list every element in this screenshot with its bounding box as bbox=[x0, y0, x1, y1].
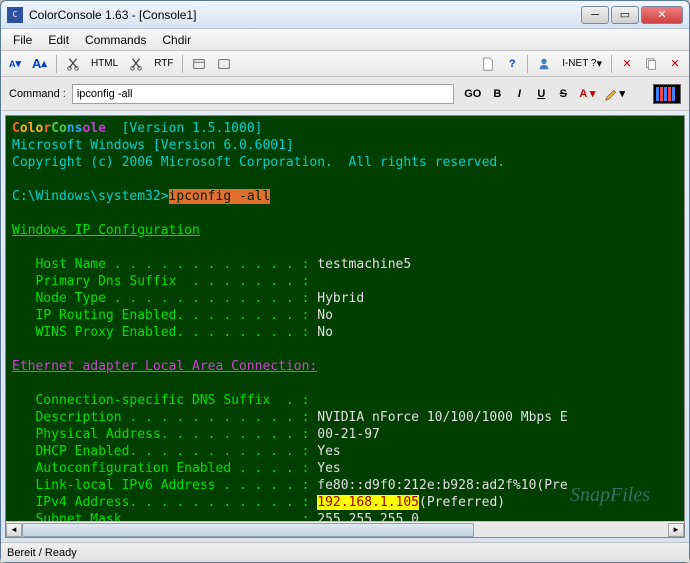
console-output[interactable]: ColorConsole [Version 1.5.1000] Microsof… bbox=[6, 116, 684, 521]
strike-button[interactable]: S bbox=[553, 84, 573, 104]
separator bbox=[611, 55, 612, 73]
horizontal-scrollbar[interactable]: ◄ ► bbox=[6, 521, 684, 537]
status-text: Bereit / Ready bbox=[7, 547, 77, 559]
export-rtf-button[interactable]: RTF bbox=[150, 54, 177, 74]
help-button[interactable]: ? bbox=[502, 54, 522, 74]
new-document-button[interactable] bbox=[477, 54, 499, 74]
italic-button[interactable]: I bbox=[509, 84, 529, 104]
font-decrease-button[interactable]: A▾ bbox=[5, 54, 25, 74]
menu-chdir[interactable]: Chdir bbox=[154, 31, 199, 49]
console-container: ColorConsole [Version 1.5.1000] Microsof… bbox=[5, 115, 685, 538]
command-label: Command : bbox=[9, 88, 66, 100]
menu-edit[interactable]: Edit bbox=[40, 31, 77, 49]
app-window: C ColorConsole 1.63 - [Console1] ─ ▭ ✕ F… bbox=[0, 0, 690, 563]
font-increase-button[interactable]: A▴ bbox=[28, 54, 51, 74]
terminal-icon[interactable] bbox=[653, 84, 681, 104]
command-bar: Command : GO B I U S A ▾ ▾ bbox=[1, 77, 689, 111]
close-button[interactable]: ✕ bbox=[641, 6, 683, 24]
scroll-right-button[interactable]: ► bbox=[668, 523, 684, 537]
command-input[interactable] bbox=[72, 84, 454, 104]
maximize-button[interactable]: ▭ bbox=[611, 6, 639, 24]
window-controls: ─ ▭ ✕ bbox=[581, 6, 683, 24]
menu-commands[interactable]: Commands bbox=[77, 31, 154, 49]
toolbar: A▾ A▴ HTML RTF ? I-NET ? ▾ ✕ ✕ bbox=[1, 51, 689, 77]
separator bbox=[527, 55, 528, 73]
scroll-left-button[interactable]: ◄ bbox=[6, 523, 22, 537]
menubar: File Edit Commands Chdir bbox=[1, 29, 689, 51]
close-tab-button[interactable]: ✕ bbox=[665, 54, 685, 74]
titlebar[interactable]: C ColorConsole 1.63 - [Console1] ─ ▭ ✕ bbox=[1, 1, 689, 29]
app-icon: C bbox=[7, 7, 23, 23]
cut-button[interactable] bbox=[62, 54, 84, 74]
tool-button-2[interactable] bbox=[213, 54, 235, 74]
scroll-thumb[interactable] bbox=[22, 523, 474, 537]
minimize-button[interactable]: ─ bbox=[581, 6, 609, 24]
inet-button[interactable]: I-NET ? ▾ bbox=[558, 54, 606, 74]
export-html-button[interactable]: HTML bbox=[87, 54, 122, 74]
separator bbox=[182, 55, 183, 73]
statusbar: Bereit / Ready bbox=[1, 542, 689, 562]
menu-file[interactable]: File bbox=[5, 31, 40, 49]
font-color-button[interactable]: A ▾ bbox=[575, 84, 599, 104]
separator bbox=[56, 55, 57, 73]
bold-button[interactable]: B bbox=[487, 84, 507, 104]
scroll-track[interactable] bbox=[22, 523, 668, 537]
go-button[interactable]: GO bbox=[460, 84, 485, 104]
command-toolbar: GO B I U S A ▾ ▾ bbox=[460, 84, 681, 104]
tool-button-1[interactable] bbox=[188, 54, 210, 74]
underline-button[interactable]: U bbox=[531, 84, 551, 104]
cut-button-2[interactable] bbox=[125, 54, 147, 74]
highlight-button[interactable]: ▾ bbox=[601, 84, 629, 104]
delete-button[interactable]: ✕ bbox=[617, 54, 637, 74]
copy-button[interactable] bbox=[640, 54, 662, 74]
window-title: ColorConsole 1.63 - [Console1] bbox=[29, 8, 581, 22]
user-button[interactable] bbox=[533, 54, 555, 74]
